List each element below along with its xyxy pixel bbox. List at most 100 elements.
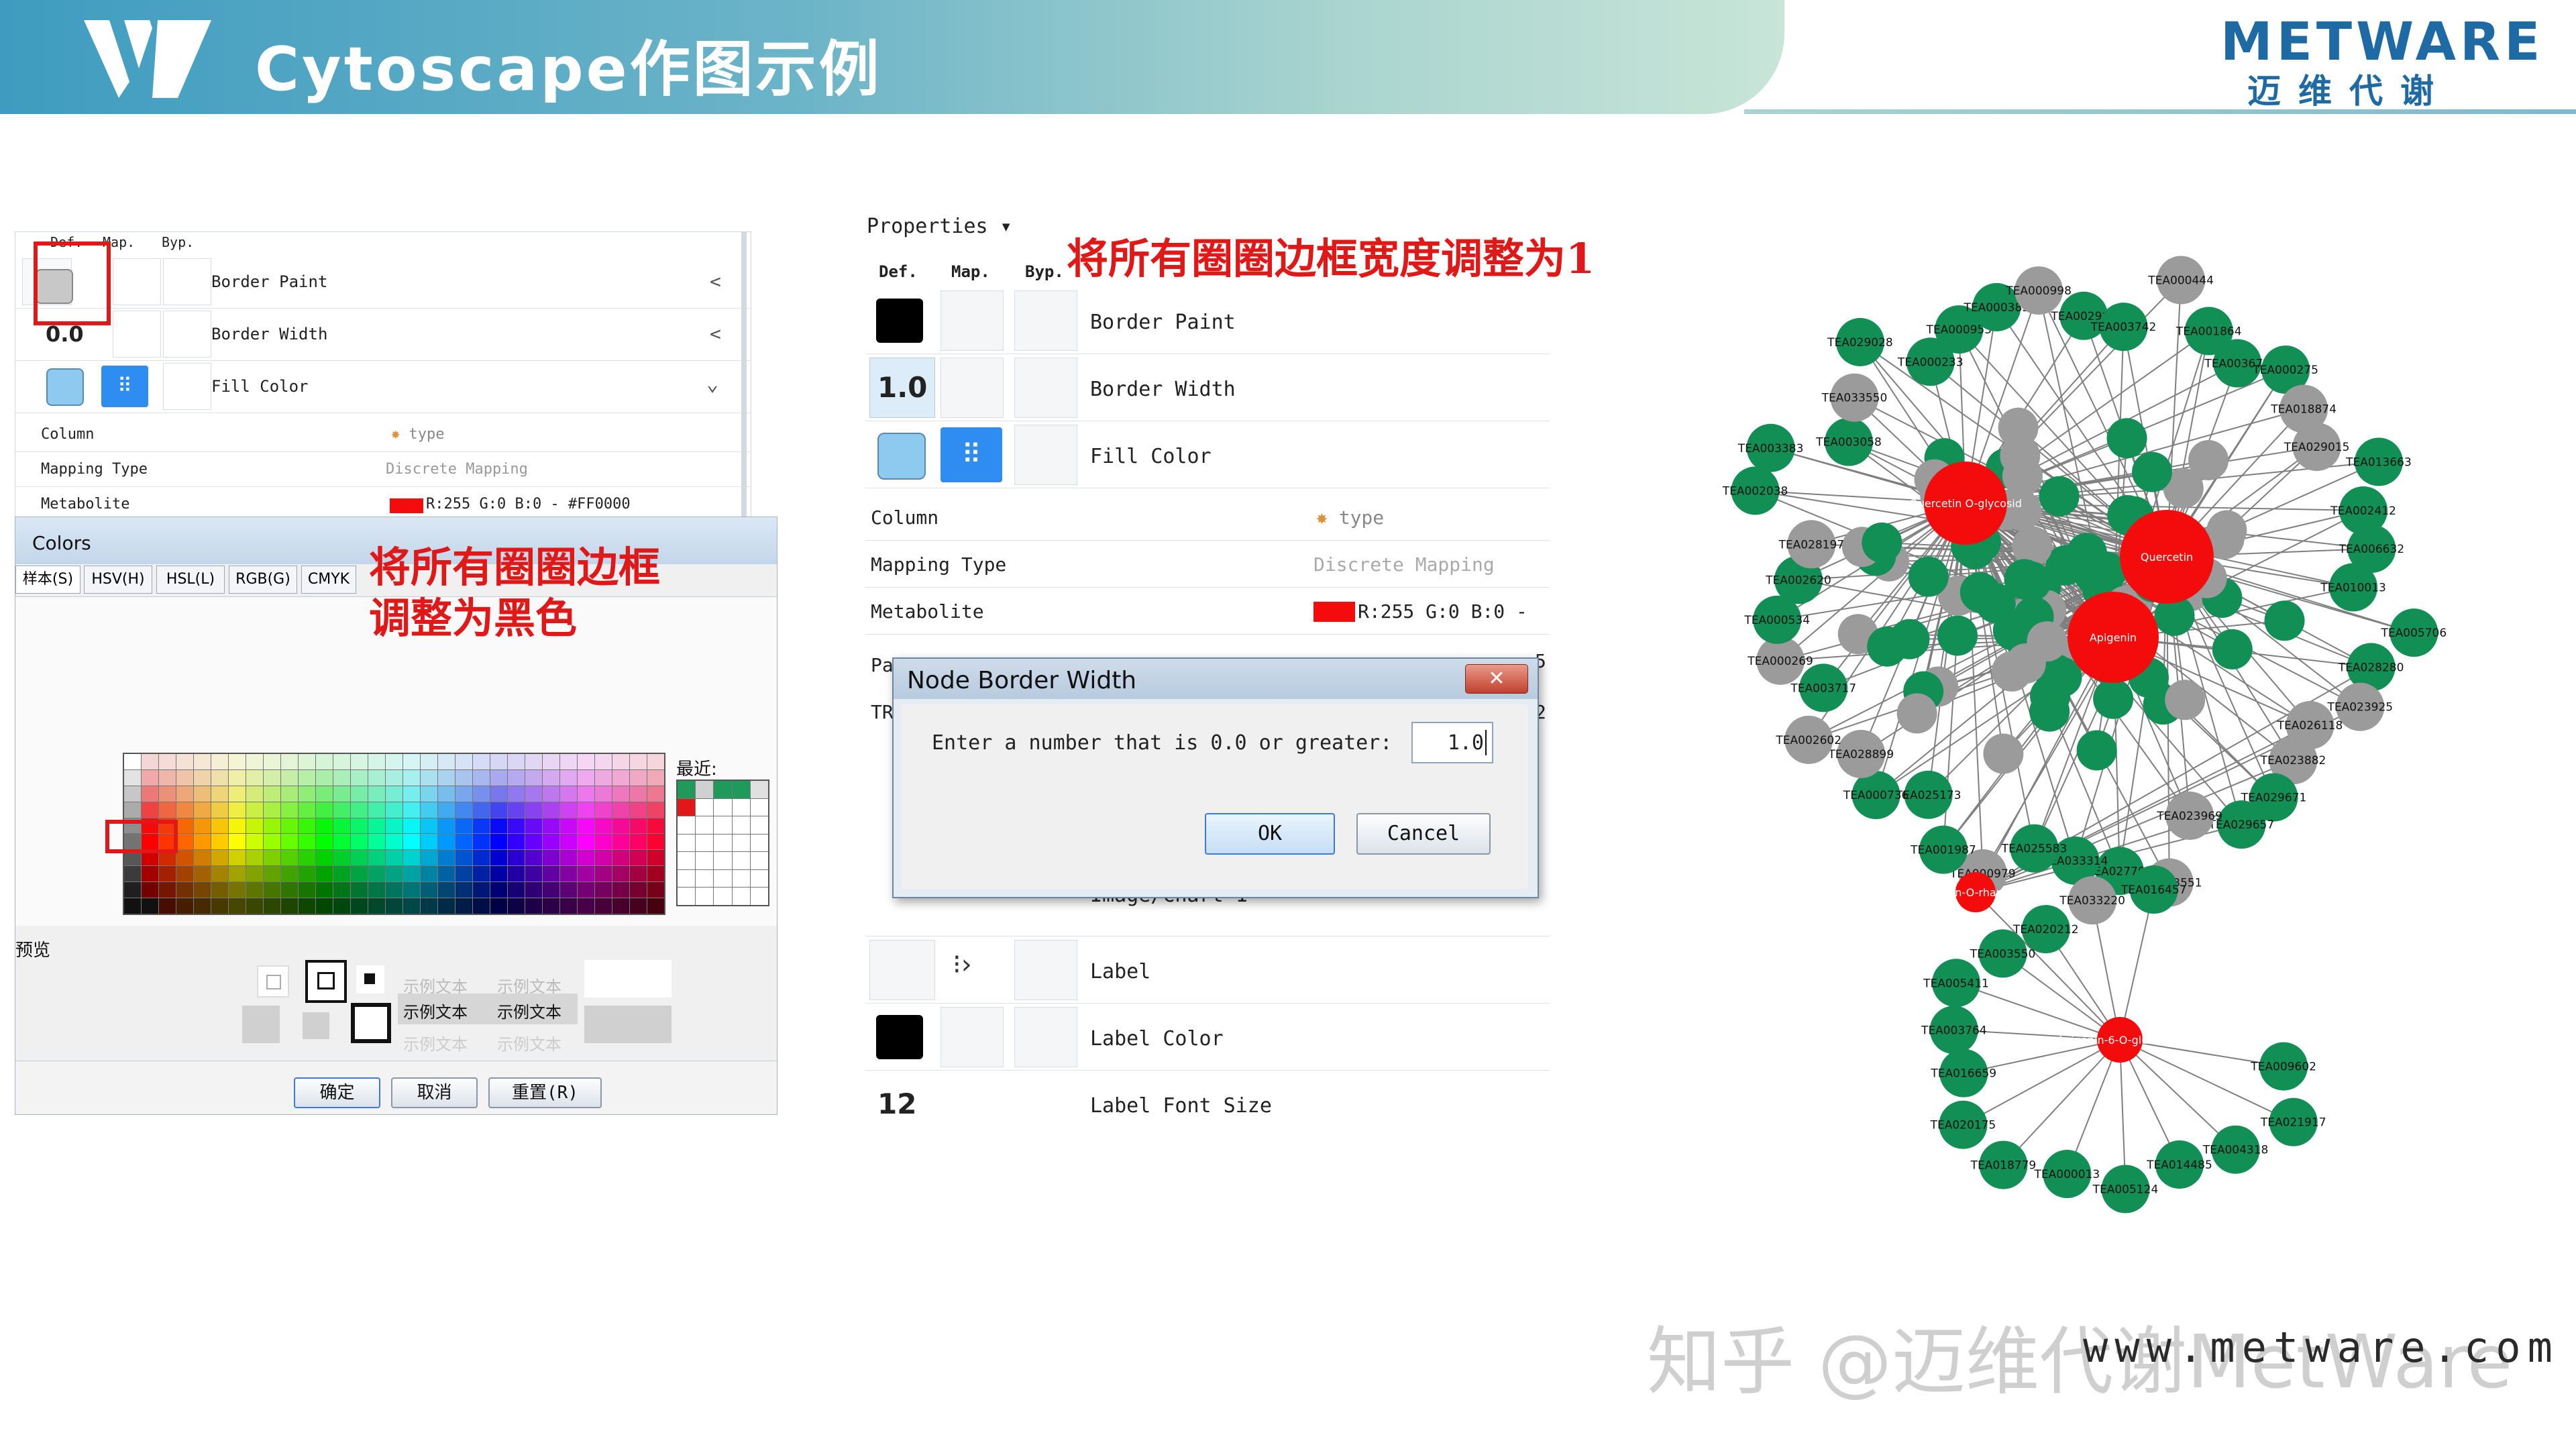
color-swatch[interactable]	[473, 834, 490, 850]
color-swatch[interactable]	[403, 802, 420, 818]
color-swatch[interactable]	[176, 802, 193, 818]
color-swatch[interactable]	[246, 834, 263, 850]
color-swatch[interactable]	[368, 802, 385, 818]
color-swatch[interactable]	[246, 786, 263, 802]
color-swatch[interactable]	[421, 834, 437, 850]
color-swatch[interactable]	[630, 850, 647, 866]
color-swatch[interactable]	[299, 818, 315, 834]
color-swatch[interactable]	[368, 786, 385, 802]
color-swatch[interactable]	[403, 866, 420, 882]
color-swatch[interactable]	[333, 802, 350, 818]
color-swatch[interactable]	[560, 898, 577, 914]
mapping-grid-icon[interactable]: ⠿	[941, 427, 1002, 482]
color-swatch[interactable]	[124, 786, 141, 802]
color-swatch[interactable]	[281, 769, 298, 786]
network-node[interactable]	[2264, 600, 2305, 641]
color-swatch[interactable]	[194, 769, 211, 786]
recent-swatch[interactable]	[750, 798, 768, 816]
color-swatch[interactable]	[438, 802, 455, 818]
color-swatch[interactable]	[211, 850, 228, 866]
color-swatch[interactable]	[264, 898, 280, 914]
color-swatch[interactable]	[647, 866, 664, 882]
color-swatch[interactable]	[543, 850, 559, 866]
color-swatch[interactable]	[351, 786, 368, 802]
color-swatch[interactable]	[211, 866, 228, 882]
recent-swatch-grid[interactable]	[676, 780, 769, 906]
color-swatch[interactable]	[281, 834, 298, 850]
color-swatch[interactable]	[473, 898, 490, 914]
prop-row-label[interactable]: ⁝› Label	[865, 936, 1550, 1004]
prop-row-fill-color[interactable]: ⠿ Fill Color	[865, 421, 1550, 488]
color-swatch[interactable]	[333, 882, 350, 898]
color-swatch[interactable]	[647, 882, 664, 898]
color-swatch[interactable]	[351, 834, 368, 850]
color-swatch[interactable]	[229, 898, 246, 914]
color-swatch[interactable]	[211, 898, 228, 914]
color-swatch[interactable]	[333, 834, 350, 850]
passthrough-mapping-icon[interactable]: ⁝›	[953, 949, 972, 980]
color-swatch[interactable]	[159, 898, 176, 914]
color-swatch[interactable]	[351, 818, 368, 834]
network-node[interactable]	[1896, 693, 1937, 734]
color-swatch[interactable]	[176, 786, 193, 802]
color-swatch[interactable]	[159, 882, 176, 898]
color-swatch[interactable]	[595, 866, 612, 882]
recent-swatch[interactable]	[714, 869, 732, 888]
prop-row-fill-color[interactable]: ⠿ Fill Color ⌄	[15, 360, 751, 413]
color-swatch[interactable]	[229, 786, 246, 802]
tab-hsv[interactable]: HSV(H)	[84, 566, 152, 594]
color-swatch[interactable]	[508, 802, 525, 818]
network-node[interactable]	[2106, 418, 2147, 459]
color-swatch[interactable]	[246, 882, 263, 898]
color-swatch[interactable]	[246, 866, 263, 882]
color-swatch[interactable]	[438, 769, 455, 786]
color-swatch[interactable]	[473, 818, 490, 834]
color-swatch[interactable]	[595, 882, 612, 898]
prop-row-border-width[interactable]: 1.0 Border Width	[865, 354, 1550, 421]
color-swatch[interactable]	[194, 818, 211, 834]
color-swatch[interactable]	[333, 769, 350, 786]
color-swatch[interactable]	[612, 754, 629, 769]
recent-swatch[interactable]	[750, 852, 768, 869]
color-swatch[interactable]	[508, 769, 525, 786]
color-swatch[interactable]	[194, 802, 211, 818]
color-swatch[interactable]	[455, 818, 472, 834]
dialog-cancel-button[interactable]: Cancel	[1356, 813, 1491, 855]
color-swatch[interactable]	[316, 898, 333, 914]
color-swatch[interactable]	[264, 818, 280, 834]
color-swatch[interactable]	[508, 786, 525, 802]
mapping-row-column[interactable]: Column ✸ type	[865, 493, 1550, 541]
color-swatch[interactable]	[403, 769, 420, 786]
color-swatch[interactable]	[299, 802, 315, 818]
color-swatch[interactable]	[142, 754, 158, 769]
color-swatch[interactable]	[386, 769, 402, 786]
network-node[interactable]	[2212, 629, 2253, 669]
expand-arrow-icon[interactable]: ⌄	[706, 372, 718, 396]
color-swatch[interactable]	[403, 818, 420, 834]
network-node[interactable]	[2029, 691, 2070, 732]
left-panel-scrollbar[interactable]	[741, 232, 747, 521]
color-swatch[interactable]	[299, 850, 315, 866]
color-swatch[interactable]	[403, 834, 420, 850]
color-swatch[interactable]	[403, 754, 420, 769]
color-swatch[interactable]	[543, 898, 559, 914]
recent-swatch[interactable]	[714, 888, 732, 905]
color-swatch[interactable]	[351, 866, 368, 882]
color-swatch[interactable]	[368, 898, 385, 914]
color-swatch[interactable]	[578, 882, 594, 898]
color-swatch[interactable]	[455, 898, 472, 914]
color-swatch[interactable]	[386, 802, 402, 818]
recent-swatch[interactable]	[732, 888, 750, 905]
color-swatch[interactable]	[142, 786, 158, 802]
color-swatch[interactable]	[142, 802, 158, 818]
color-swatch[interactable]	[508, 882, 525, 898]
color-swatch[interactable]	[351, 850, 368, 866]
properties-dropdown[interactable]: Properties ▾	[867, 215, 1012, 238]
color-swatch[interactable]	[124, 898, 141, 914]
color-swatch[interactable]	[647, 769, 664, 786]
color-swatch[interactable]	[142, 866, 158, 882]
color-swatch[interactable]	[455, 850, 472, 866]
color-swatch[interactable]	[421, 786, 437, 802]
color-swatch[interactable]	[281, 802, 298, 818]
network-node[interactable]	[1867, 626, 1908, 667]
